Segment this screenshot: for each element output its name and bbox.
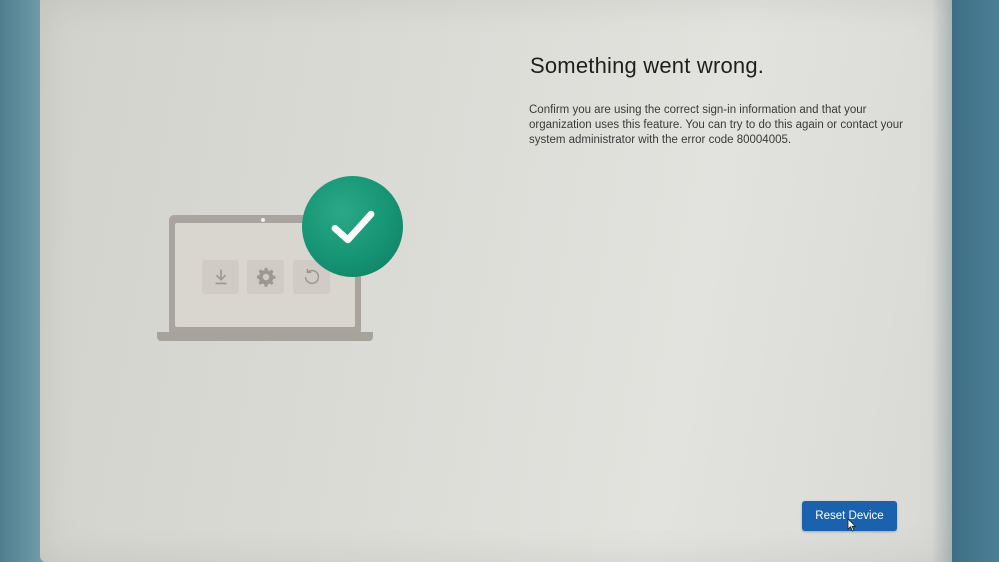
download-icon [202,260,239,294]
success-badge [302,176,403,277]
mouse-cursor-icon [847,518,857,532]
gear-icon [247,260,284,294]
bezel [952,0,999,562]
laptop-base [157,332,373,341]
error-message: Confirm you are using the correct sign-i… [529,104,903,146]
checkmark-icon [331,210,374,243]
laptop-illustration [155,175,405,345]
laptop-camera [261,218,265,222]
page-title: Something went wrong. [530,53,765,78]
